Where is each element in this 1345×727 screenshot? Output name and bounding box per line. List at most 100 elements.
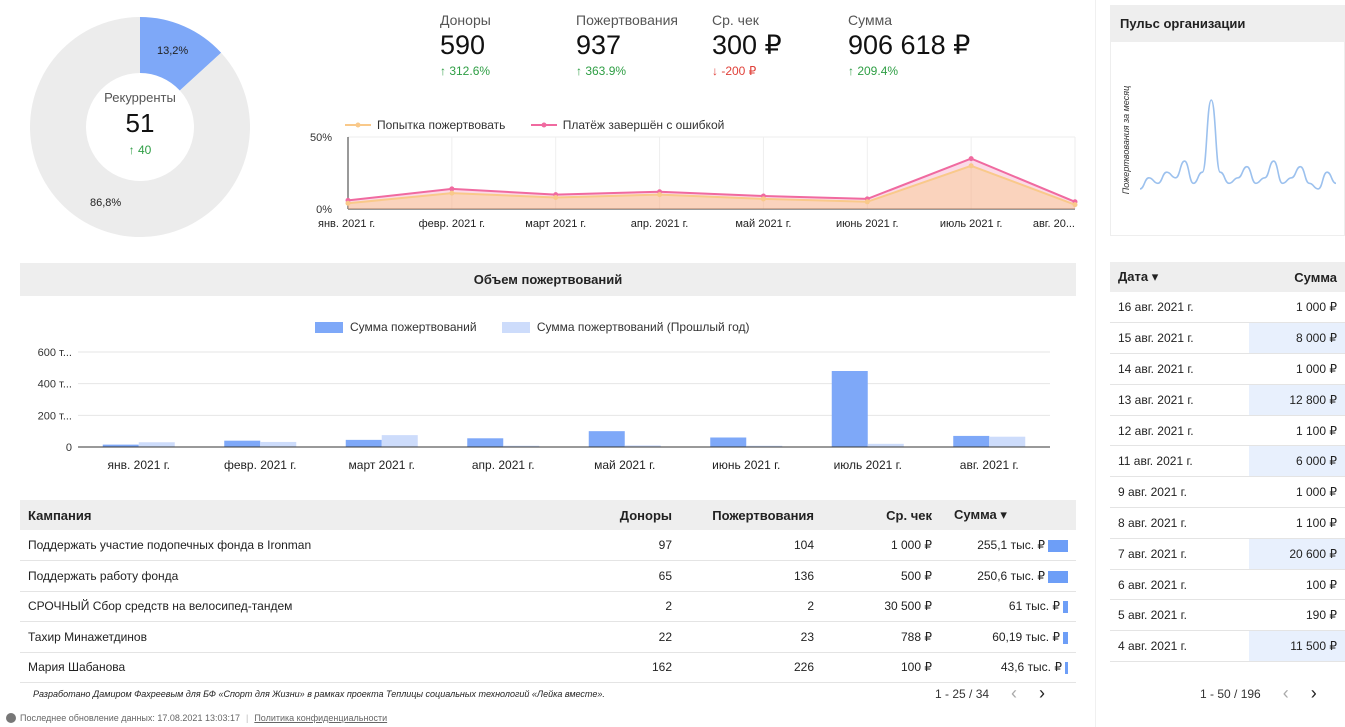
line-point[interactable] (553, 194, 559, 200)
daily-next-icon[interactable]: › (1311, 683, 1317, 704)
daily-row[interactable]: 11 авг. 2021 г. 6 000 ₽ (1110, 445, 1345, 478)
line-chart-xtick: авг. 20... (1033, 218, 1075, 230)
kpi-donations: Пожертвования 937 ↑ 363.9% (576, 12, 678, 78)
campaign-row[interactable]: Мария Шабанова 162 226 100 ₽ 43,6 тыс. ₽ (20, 652, 1076, 683)
campaign-next-icon[interactable]: › (1039, 683, 1045, 704)
daily-row[interactable]: 9 авг. 2021 г. 1 000 ₽ (1110, 476, 1345, 509)
line-point[interactable] (657, 192, 663, 198)
bar-chart-ytick: 400 т... (38, 379, 72, 391)
kpi-donors: Доноры 590 ↑ 312.6% (440, 12, 491, 78)
panel-divider (1095, 0, 1096, 727)
kpi-avg-check-value: 300 ₽ (712, 30, 782, 60)
line-point[interactable] (968, 163, 974, 169)
volume-section-header: Объем пожертвований (20, 263, 1076, 296)
bar-current[interactable] (345, 439, 382, 447)
donut-large-label: 86,8% (90, 197, 122, 209)
footer-separator: | (245, 713, 249, 723)
campaign-donors: 97 (580, 530, 680, 561)
daily-row[interactable]: 7 авг. 2021 г. 20 600 ₽ (1110, 538, 1345, 570)
line-point[interactable] (449, 190, 455, 196)
daily-date: 12 авг. 2021 г. (1110, 415, 1249, 447)
campaign-sum: 60,19 тыс. ₽ (992, 629, 1060, 644)
legend-sum-prev[interactable]: Сумма пожертвований (Прошлый год) (501, 320, 750, 334)
campaign-row[interactable]: Поддержать участие подопечных фонда в Ir… (20, 530, 1076, 561)
daily-date: 7 авг. 2021 г. (1110, 538, 1249, 570)
bar-current[interactable] (467, 438, 504, 447)
donut-center-value: 51 (125, 108, 155, 138)
bar-current[interactable] (710, 437, 747, 448)
daily-sum: 190 ₽ (1248, 599, 1345, 632)
campaign-table: Кампания Доноры Пожертвования Ср. чек Су… (20, 500, 1076, 683)
pulse-header: Пульс организации (1110, 5, 1345, 41)
daily-row[interactable]: 5 авг. 2021 г. 190 ₽ (1110, 599, 1345, 632)
legend-sum[interactable]: Сумма пожертвований (315, 320, 477, 334)
daily-date: 14 авг. 2021 г. (1110, 353, 1249, 385)
line-point[interactable] (345, 200, 351, 206)
kpi-donors-delta: ↑ 312.6% (440, 64, 491, 78)
campaign-row[interactable]: Тахир Минажетдинов 22 23 788 ₽ 60,19 тыс. ₽ (20, 621, 1076, 653)
daily-row[interactable]: 15 авг. 2021 г. 8 000 ₽ (1110, 322, 1345, 355)
bar-previous[interactable] (381, 435, 418, 447)
bar-chart-legend: Сумма пожертвований Сумма пожертвований … (315, 320, 772, 336)
bar-current[interactable] (953, 435, 990, 447)
campaign-prev-icon[interactable]: ‹ (1011, 683, 1017, 704)
daily-row[interactable]: 4 авг. 2021 г. 11 500 ₽ (1110, 630, 1345, 663)
daily-row[interactable]: 13 авг. 2021 г. 12 800 ₽ (1110, 384, 1345, 416)
line-point[interactable] (968, 156, 974, 162)
pulse-line (1139, 99, 1337, 190)
kpi-total-label: Сумма (848, 12, 892, 28)
campaign-sum: 250,6 тыс. ₽ (977, 568, 1045, 583)
campaign-sum-cell: 255,1 тыс. ₽ (940, 530, 1076, 561)
bar-current[interactable] (224, 440, 261, 447)
pulse-ylabel: Пожертвования за месяц (1121, 85, 1131, 195)
col-date[interactable]: Дата ▾ (1110, 262, 1249, 292)
bar-chart-xtick: май 2021 г. (594, 458, 655, 472)
campaign-name: Поддержать участие подопечных фонда в Ir… (20, 530, 580, 561)
daily-prev-icon[interactable]: ‹ (1283, 683, 1289, 704)
bar-previous[interactable] (989, 436, 1026, 447)
campaign-donations: 23 (680, 621, 822, 653)
line-point[interactable] (760, 196, 766, 202)
bar-previous[interactable] (138, 442, 175, 447)
campaign-row[interactable]: СРОЧНЫЙ Сбор средств на велосипед-тандем… (20, 591, 1076, 622)
privacy-link[interactable]: Политика конфиденциальности (254, 713, 387, 723)
campaign-donations: 136 (680, 560, 822, 592)
campaign-avg: 100 ₽ (822, 652, 940, 683)
legend-sum-label: Сумма пожертвований (350, 320, 477, 334)
line-series-area (348, 165, 1075, 209)
daily-row[interactable]: 16 авг. 2021 г. 1 000 ₽ (1110, 292, 1345, 324)
line-point[interactable] (1072, 202, 1078, 208)
daily-date: 6 авг. 2021 г. (1110, 569, 1249, 601)
bar-chart-xtick: июль 2021 г. (834, 458, 902, 472)
col-sum[interactable]: Сумма ▾ (940, 500, 1076, 530)
col-donations[interactable]: Пожертвования (680, 500, 822, 530)
daily-sum: 1 000 ₽ (1248, 476, 1345, 509)
kpi-donations-value: 937 (576, 30, 622, 60)
kpi-donations-label: Пожертвования (576, 12, 678, 28)
campaign-row[interactable]: Поддержать работу фонда 65 136 500 ₽ 250,6 т… (20, 560, 1076, 592)
donation-volume-bar-chart: 600 т... 400 т... 200 т... 0 янв. 2021 г. фев… (38, 347, 1050, 472)
col-donors[interactable]: Доноры (580, 500, 680, 530)
daily-row[interactable]: 8 авг. 2021 г. 1 100 ₽ (1110, 507, 1345, 539)
pulse-title: Пульс организации (1120, 15, 1246, 31)
daily-row[interactable]: 6 авг. 2021 г. 100 ₽ (1110, 569, 1345, 601)
footer-updated: Последнее обновление данных: 17.08.2021 … (20, 713, 240, 723)
bar-current[interactable] (588, 431, 625, 447)
daily-row[interactable]: 12 авг. 2021 г. 1 100 ₽ (1110, 415, 1345, 447)
daily-date: 13 авг. 2021 г. (1110, 384, 1249, 416)
col-campaign[interactable]: Кампания (20, 500, 580, 530)
bar-current[interactable] (831, 371, 868, 447)
daily-date: 5 авг. 2021 г. (1110, 599, 1249, 632)
campaign-sum: 43,6 тыс. ₽ (1000, 660, 1062, 675)
bar-previous[interactable] (260, 441, 297, 447)
daily-sum: 1 100 ₽ (1248, 415, 1345, 447)
daily-row[interactable]: 14 авг. 2021 г. 1 000 ₽ (1110, 353, 1345, 385)
legend-sum-prev-swatch (501, 321, 530, 333)
legend-sum-swatch (315, 321, 343, 333)
col-daily-sum[interactable]: Сумма (1248, 262, 1345, 292)
col-avg-check[interactable]: Ср. чек (822, 500, 940, 530)
daily-sum: 20 600 ₽ (1248, 538, 1345, 570)
line-point[interactable] (449, 186, 455, 192)
line-point[interactable] (864, 199, 870, 205)
campaign-donors: 65 (580, 560, 680, 592)
